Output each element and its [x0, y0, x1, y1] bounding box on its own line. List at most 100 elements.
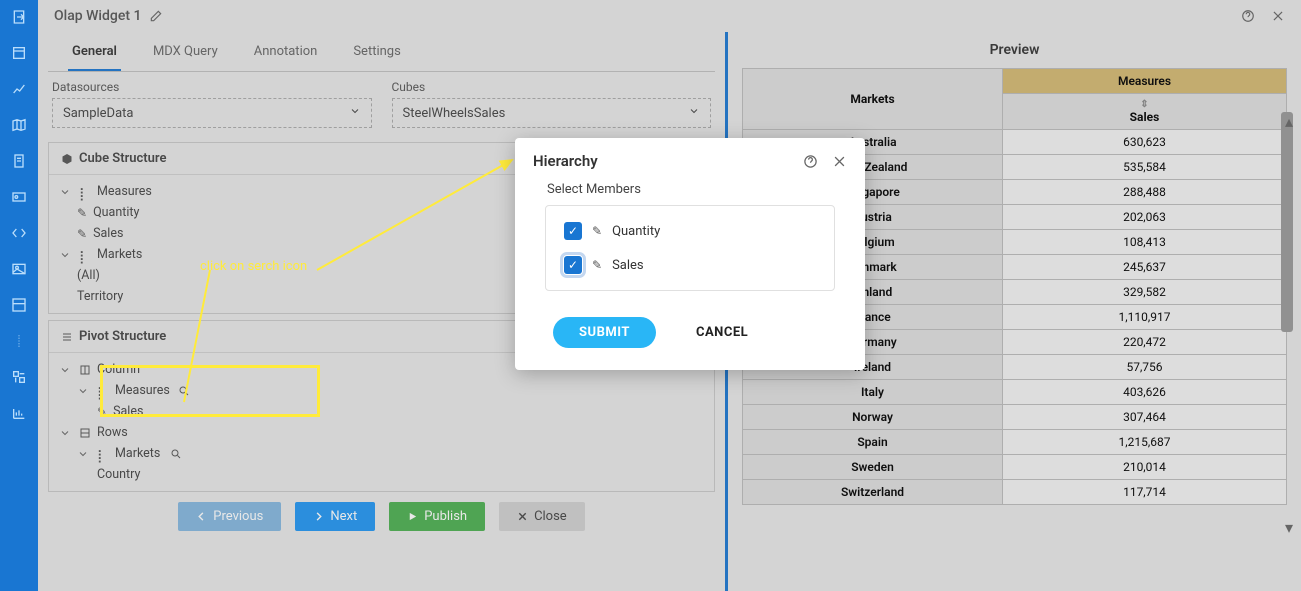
table-row: Spain1,215,687 — [743, 430, 1287, 455]
member-sales[interactable]: ✓ ✎ Sales — [546, 248, 834, 282]
sidebar-import-icon[interactable] — [10, 8, 28, 26]
tab-settings[interactable]: Settings — [349, 36, 404, 71]
checkbox-checked-icon[interactable]: ✓ — [564, 222, 582, 240]
row-value: 220,472 — [1003, 330, 1287, 355]
close-button[interactable]: Close — [499, 502, 585, 531]
cubes-select[interactable]: SteelWheelsSales — [392, 98, 712, 128]
row-value: 630,623 — [1003, 130, 1287, 155]
table-row: Italy403,626 — [743, 380, 1287, 405]
member-list: ✓ ✎ Quantity ✓ ✎ Sales — [545, 205, 835, 291]
help-icon[interactable] — [1241, 9, 1255, 23]
rows-icon — [79, 427, 91, 439]
datasources-select[interactable]: SampleData — [52, 98, 372, 128]
sidebar-image-icon[interactable] — [10, 260, 28, 278]
close-page-icon[interactable] — [1271, 9, 1285, 23]
row-value: 1,215,687 — [1003, 430, 1287, 455]
preview-title: Preview — [738, 32, 1291, 68]
search-icon[interactable] — [170, 448, 182, 460]
cubes-value: SteelWheelsSales — [403, 106, 506, 121]
pivot-row-item-country[interactable]: Country — [53, 464, 710, 485]
row-value: 535,584 — [1003, 155, 1287, 180]
row-value: 57,756 — [1003, 355, 1287, 380]
chevron-down-icon — [59, 186, 73, 198]
chevron-down-icon — [59, 249, 73, 261]
sidebar-layout-icon[interactable] — [10, 296, 28, 314]
hierarchy-icon: ⡇ — [97, 448, 109, 460]
chevron-down-icon — [349, 105, 361, 121]
tab-mdx-query[interactable]: MDX Query — [149, 36, 222, 71]
publish-button[interactable]: Publish — [389, 502, 485, 531]
table-row: Sweden210,014 — [743, 455, 1287, 480]
table-row: Switzerland117,714 — [743, 480, 1287, 505]
chevron-down-icon — [77, 448, 91, 460]
sidebar-doc-icon[interactable] — [10, 152, 28, 170]
row-label[interactable]: Spain — [743, 430, 1003, 455]
chevron-down-icon — [77, 385, 91, 397]
hierarchy-dialog: Hierarchy Select Members ✓ ✎ Quantity ✓ … — [515, 138, 865, 370]
scrollbar-thumb[interactable] — [1281, 112, 1293, 332]
row-label[interactable]: Switzerland — [743, 480, 1003, 505]
page-header: Olap Widget 1 — [38, 0, 1301, 32]
member-quantity[interactable]: ✓ ✎ Quantity — [546, 214, 834, 248]
sidebar-card-icon[interactable] — [10, 188, 28, 206]
dialog-help-icon[interactable] — [803, 154, 818, 169]
wizard-footer: Previous Next Publish Close — [48, 492, 715, 543]
pivot-column-measures[interactable]: ⡇ Measures — [53, 380, 710, 401]
cubes-label: Cubes — [392, 80, 712, 94]
search-icon[interactable] — [178, 385, 190, 397]
pivot-rows-markets[interactable]: ⡇ Markets — [53, 443, 710, 464]
row-value: 1,110,917 — [1003, 305, 1287, 330]
pencil-icon: ✎ — [77, 206, 87, 220]
submit-button[interactable]: SUBMIT — [553, 317, 656, 348]
tab-general[interactable]: General — [68, 36, 121, 71]
previous-button[interactable]: Previous — [178, 502, 281, 531]
row-label[interactable]: Italy — [743, 380, 1003, 405]
sales-header[interactable]: ⇕ Sales — [1003, 94, 1287, 130]
page-title: Olap Widget 1 — [54, 8, 141, 24]
pivot-col-item-sales[interactable]: ✎Sales — [53, 401, 710, 422]
next-button[interactable]: Next — [295, 502, 375, 531]
row-value: 288,488 — [1003, 180, 1287, 205]
sidebar-report-icon[interactable] — [10, 404, 28, 422]
chevron-down-icon — [59, 364, 73, 376]
hierarchy-icon: ⡇ — [79, 249, 91, 261]
sidebar-code-icon[interactable] — [10, 224, 28, 242]
pencil-icon: ✎ — [97, 405, 107, 419]
cube-structure-title: Cube Structure — [79, 151, 166, 166]
chevron-down-icon — [688, 105, 700, 121]
row-value: 403,626 — [1003, 380, 1287, 405]
pencil-icon: ✎ — [592, 258, 602, 272]
sidebar-divider-icon — [10, 332, 28, 350]
measures-header: Measures — [1003, 69, 1287, 94]
markets-header: Markets — [743, 69, 1003, 130]
scroll-up-icon[interactable]: ▴ — [1285, 112, 1293, 131]
cancel-button[interactable]: CANCEL — [696, 325, 748, 340]
row-value: 307,464 — [1003, 405, 1287, 430]
row-value: 202,063 — [1003, 205, 1287, 230]
row-value: 117,714 — [1003, 480, 1287, 505]
sidebar-component-icon[interactable] — [10, 368, 28, 386]
edit-title-icon[interactable] — [149, 9, 163, 23]
dialog-close-icon[interactable] — [832, 154, 847, 169]
pivot-rows[interactable]: Rows — [53, 422, 710, 443]
datasources-label: Datasources — [52, 80, 372, 94]
checkbox-checked-icon[interactable]: ✓ — [564, 256, 582, 274]
sidebar-chart-icon[interactable] — [10, 80, 28, 98]
row-value: 108,413 — [1003, 230, 1287, 255]
pencil-icon: ✎ — [77, 227, 87, 241]
dialog-title: Hierarchy — [533, 152, 598, 170]
sidebar-map-icon[interactable] — [10, 116, 28, 134]
row-label[interactable]: Norway — [743, 405, 1003, 430]
dialog-subtitle: Select Members — [547, 182, 847, 197]
pencil-icon: ✎ — [592, 224, 602, 238]
column-icon — [79, 364, 91, 376]
row-label[interactable]: Sweden — [743, 455, 1003, 480]
scroll-down-icon[interactable]: ▾ — [1285, 518, 1293, 537]
chevron-down-icon — [59, 427, 73, 439]
row-value: 245,637 — [1003, 255, 1287, 280]
tab-annotation[interactable]: Annotation — [250, 36, 322, 71]
datasources-value: SampleData — [63, 106, 133, 121]
hierarchy-icon: ⡇ — [79, 186, 91, 198]
sidebar-page-icon[interactable] — [10, 44, 28, 62]
row-value: 329,582 — [1003, 280, 1287, 305]
